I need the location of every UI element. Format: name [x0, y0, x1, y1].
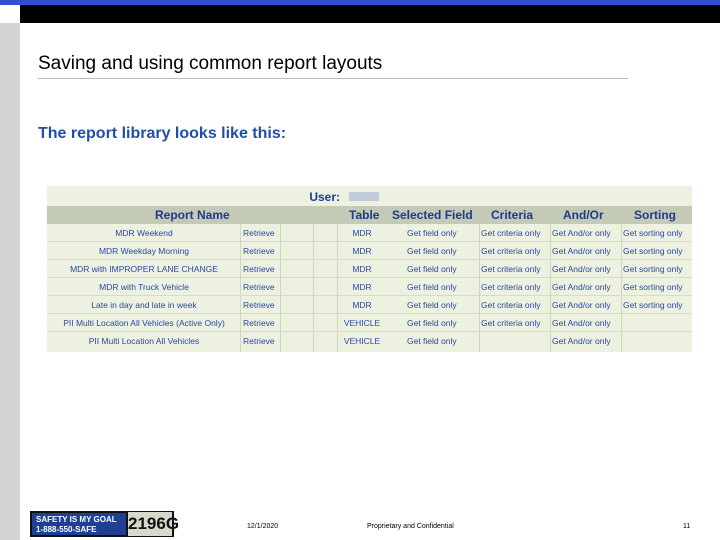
slide-title: Saving and using common report layouts [38, 53, 383, 74]
slide-subtitle: The report library looks like this: [38, 125, 287, 142]
table-name-link[interactable]: MDR [337, 282, 387, 292]
retrieve-link[interactable]: Retrieve [243, 228, 283, 238]
page-number: 11 [683, 523, 691, 530]
table-row: MDR with IMPROPER LANE CHANGE Retrieve M… [47, 260, 692, 278]
report-name-link[interactable]: MDR with Truck Vehicle [49, 282, 239, 292]
table-header-row: Report Name Table Selected Field Criteri… [47, 206, 692, 224]
user-row: User: [47, 186, 692, 206]
get-sorting-link[interactable]: Get sorting only [623, 246, 691, 256]
get-field-link[interactable]: Get field only [407, 318, 477, 328]
footer-date: 12/1/2020 [247, 523, 279, 530]
report-name-link[interactable]: Late in day and late in week [49, 300, 239, 310]
get-sorting-link[interactable]: Get sorting only [623, 282, 691, 292]
get-sorting-link[interactable]: Get sorting only [623, 228, 691, 238]
table-row: MDR Weekday Morning Retrieve MDR Get fie… [47, 242, 692, 260]
safety-logo: SAFETY IS MY GOAL 1-888-550-SAFE 2196G [30, 511, 179, 537]
table-name-link[interactable]: VEHICLE [337, 336, 387, 346]
retrieve-link[interactable]: Retrieve [243, 318, 283, 328]
logo-phone: 1-888-550-SAFE [36, 525, 97, 534]
report-library-table: User: Report Name Table Selected Field C… [47, 186, 692, 352]
table-name-link[interactable]: MDR [337, 300, 387, 310]
table-name-link[interactable]: MDR [337, 228, 387, 238]
get-and-or-link[interactable]: Get And/or only [552, 318, 622, 328]
get-and-or-link[interactable]: Get And/or only [552, 264, 622, 274]
column-header-sorting[interactable]: Sorting [634, 208, 676, 222]
retrieve-link[interactable]: Retrieve [243, 336, 283, 346]
get-and-or-link[interactable]: Get And/or only [552, 246, 622, 256]
report-name-link[interactable]: MDR with IMPROPER LANE CHANGE [49, 264, 239, 274]
table-name-link[interactable]: MDR [337, 264, 387, 274]
get-criteria-link[interactable]: Get criteria only [481, 300, 551, 310]
get-field-link[interactable]: Get field only [407, 264, 477, 274]
report-name-link[interactable]: MDR Weekday Morning [49, 246, 239, 256]
report-name-link[interactable]: PII Multi Location All Vehicles (Active … [49, 318, 239, 328]
logo-badge: SAFETY IS MY GOAL 1-888-550-SAFE [32, 513, 126, 535]
get-and-or-link[interactable]: Get And/or only [552, 336, 622, 346]
retrieve-link[interactable]: Retrieve [243, 282, 283, 292]
report-name-link[interactable]: MDR Weekend [49, 228, 239, 238]
get-field-link[interactable]: Get field only [407, 228, 477, 238]
get-and-or-link[interactable]: Get And/or only [552, 228, 622, 238]
column-header-selected-field[interactable]: Selected Field [392, 208, 473, 222]
user-label: User: [309, 190, 340, 204]
column-header-criteria[interactable]: Criteria [491, 208, 533, 222]
footer-confidential-notice: Proprietary and Confidential [367, 523, 454, 530]
table-row: PII Multi Location All Vehicles Retrieve… [47, 332, 692, 350]
get-criteria-link[interactable]: Get criteria only [481, 264, 551, 274]
table-row: PII Multi Location All Vehicles (Active … [47, 314, 692, 332]
retrieve-link[interactable]: Retrieve [243, 264, 283, 274]
get-criteria-link[interactable]: Get criteria only [481, 282, 551, 292]
table-row: MDR Weekend Retrieve MDR Get field only … [47, 224, 692, 242]
retrieve-link[interactable]: Retrieve [243, 246, 283, 256]
get-sorting-link[interactable]: Get sorting only [623, 300, 691, 310]
get-and-or-link[interactable]: Get And/or only [552, 282, 622, 292]
column-header-table[interactable]: Table [349, 208, 379, 222]
top-header-bar [20, 5, 720, 23]
left-side-bar [0, 23, 20, 540]
redacted-user-name [349, 192, 379, 201]
title-divider [38, 78, 628, 79]
report-name-link[interactable]: PII Multi Location All Vehicles [49, 336, 239, 346]
get-field-link[interactable]: Get field only [407, 246, 477, 256]
table-name-link[interactable]: MDR [337, 246, 387, 256]
logo-slogan: SAFETY IS MY GOAL [36, 515, 117, 524]
get-field-link[interactable]: Get field only [407, 282, 477, 292]
get-sorting-link[interactable]: Get sorting only [623, 264, 691, 274]
get-criteria-link[interactable]: Get criteria only [481, 228, 551, 238]
table-name-link[interactable]: VEHICLE [337, 318, 387, 328]
column-header-report-name[interactable]: Report Name [155, 208, 230, 222]
table-row: MDR with Truck Vehicle Retrieve MDR Get … [47, 278, 692, 296]
column-header-and-or[interactable]: And/Or [563, 208, 604, 222]
retrieve-link[interactable]: Retrieve [243, 300, 283, 310]
get-criteria-link[interactable]: Get criteria only [481, 246, 551, 256]
logo-code: 2196G [128, 512, 179, 536]
get-field-link[interactable]: Get field only [407, 336, 477, 346]
table-row: Late in day and late in week Retrieve MD… [47, 296, 692, 314]
get-field-link[interactable]: Get field only [407, 300, 477, 310]
get-criteria-link[interactable]: Get criteria only [481, 318, 551, 328]
get-and-or-link[interactable]: Get And/or only [552, 300, 622, 310]
